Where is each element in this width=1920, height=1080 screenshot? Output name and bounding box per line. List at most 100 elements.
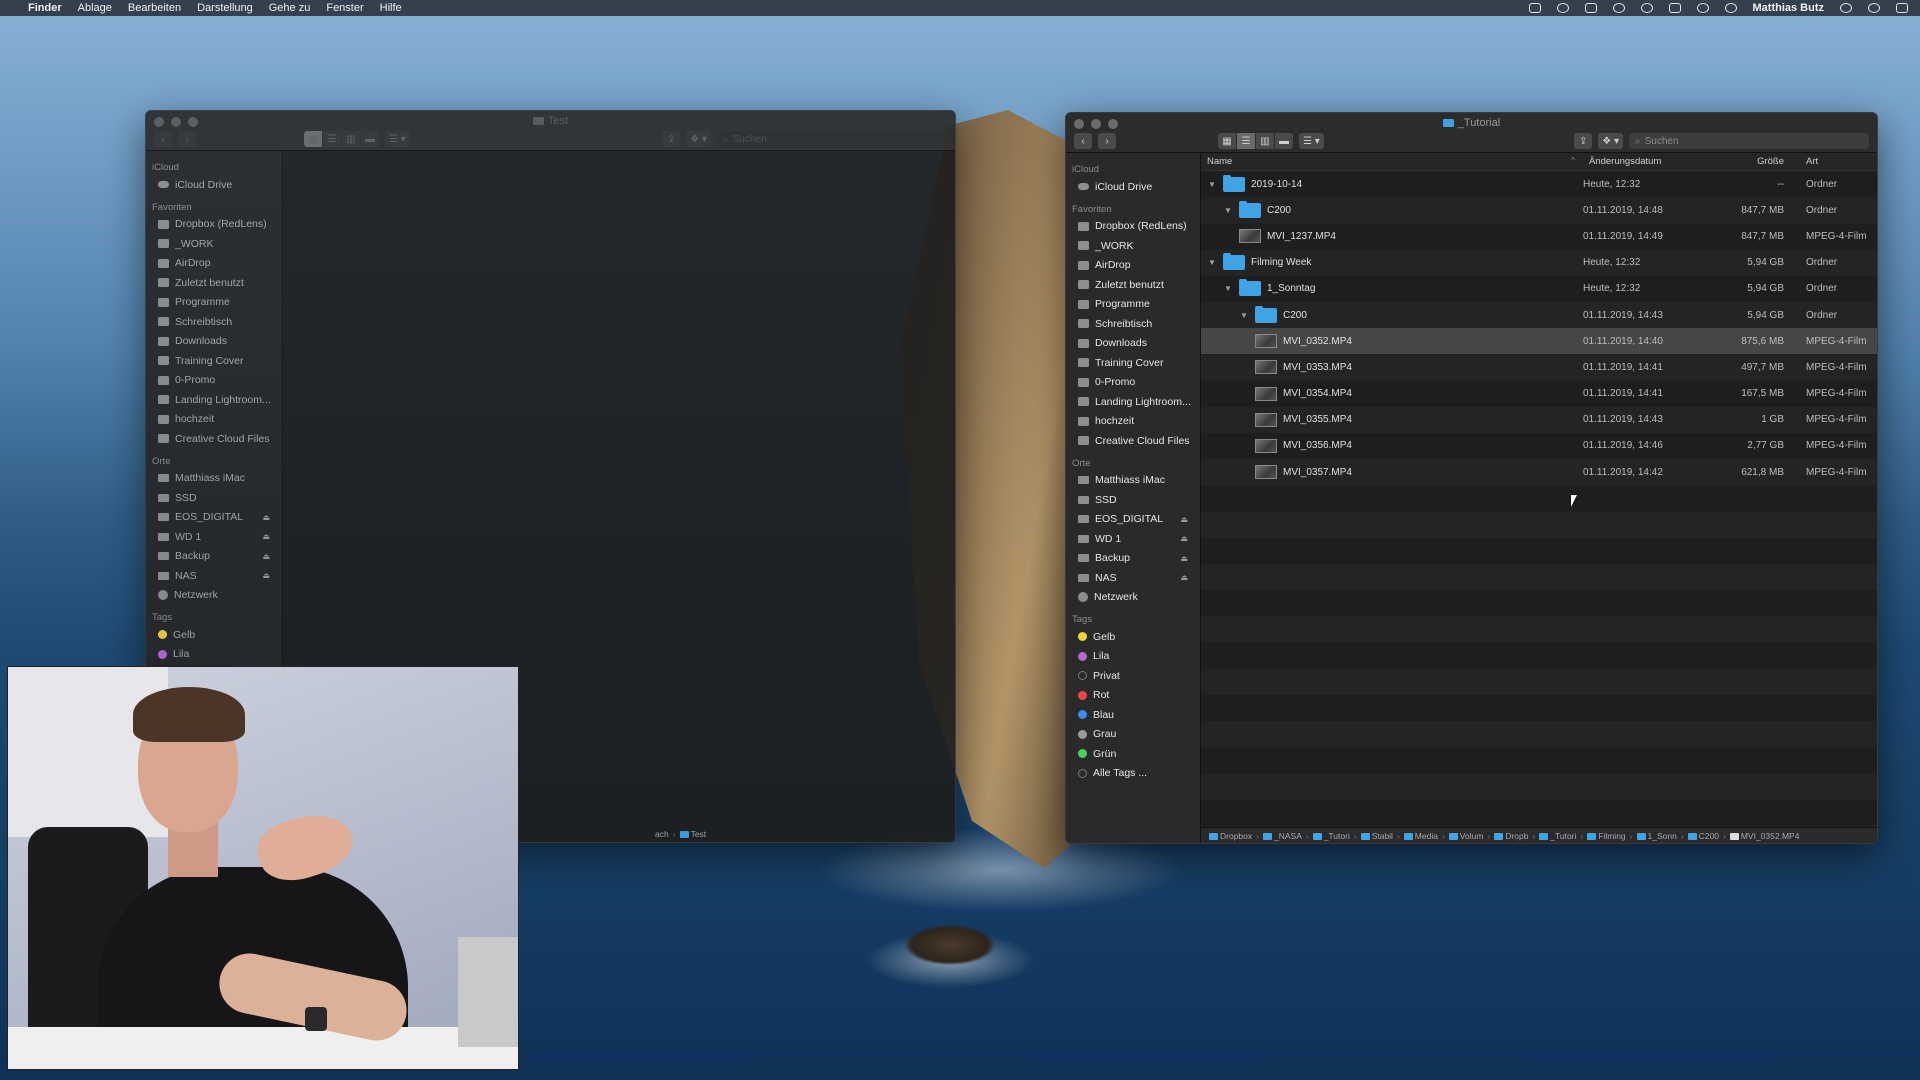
menu-app-finder[interactable]: Finder bbox=[28, 2, 62, 14]
column-kind[interactable]: Art bbox=[1792, 156, 1872, 167]
path-segment[interactable]: Volum bbox=[1448, 831, 1483, 841]
path-segment[interactable]: _Tutori bbox=[1539, 831, 1576, 841]
time-machine-icon[interactable] bbox=[1640, 3, 1653, 13]
search-field[interactable]: ⌕ bbox=[1629, 133, 1869, 149]
column-view-button[interactable]: ▥ bbox=[342, 131, 360, 147]
table-row[interactable]: ▼ C200 01.11.2019, 14:48 847,7 MB Ordner bbox=[1201, 197, 1877, 223]
sidebar-item-tag[interactable]: Privat bbox=[1066, 666, 1200, 686]
path-segment[interactable]: Media bbox=[1403, 831, 1438, 841]
siri-icon[interactable] bbox=[1868, 3, 1880, 13]
titlebar[interactable]: _Tutorial ‹ › ▦ ☰ ▥ ▬ ☰ ▾ ⇪ ❖ ▾ ⌕ bbox=[1066, 113, 1877, 153]
sidebar-item-favorite[interactable]: Programme bbox=[146, 293, 282, 313]
screen-record-icon[interactable] bbox=[1528, 3, 1541, 13]
sidebar-item-favorite[interactable]: Dropbox (RedLens) bbox=[146, 215, 282, 235]
eject-icon[interactable]: ⏏ bbox=[262, 532, 270, 541]
gallery-view-button[interactable]: ▬ bbox=[361, 131, 379, 147]
sidebar-item-favorite[interactable]: Zuletzt benutzt bbox=[1066, 275, 1200, 295]
sidebar-item-location[interactable]: EOS_DIGITAL ⏏ bbox=[146, 508, 282, 528]
eject-icon[interactable]: ⏏ bbox=[1180, 554, 1188, 563]
sidebar-item-favorite[interactable]: Creative Cloud Files bbox=[1066, 431, 1200, 451]
menu-user-name[interactable]: Matthias Butz bbox=[1753, 2, 1825, 14]
table-row[interactable]: MVI_0353.MP4 01.11.2019, 14:41 497,7 MB … bbox=[1201, 354, 1877, 380]
sidebar-item-tag[interactable]: Alle Tags ... bbox=[1066, 764, 1200, 784]
sidebar-item-icloud-drive[interactable]: iCloud Drive bbox=[146, 175, 282, 195]
sidebar-item-location[interactable]: Matthiass iMac bbox=[1066, 471, 1200, 491]
path-segment[interactable]: Test bbox=[679, 829, 706, 839]
sidebar-item-favorite[interactable]: _WORK bbox=[146, 234, 282, 254]
menu-ablage[interactable]: Ablage bbox=[78, 2, 112, 14]
share-button[interactable]: ⇪ bbox=[1574, 133, 1593, 149]
cloud-sync-icon[interactable] bbox=[1556, 3, 1569, 13]
group-button[interactable]: ☰ ▾ bbox=[385, 131, 410, 147]
path-segment[interactable]: Dropb bbox=[1494, 831, 1528, 841]
path-segment[interactable]: Dropbox bbox=[1209, 831, 1252, 841]
column-date[interactable]: Änderungsdatum bbox=[1583, 156, 1720, 167]
sidebar-item-favorite[interactable]: Landing Lightroom... bbox=[1066, 392, 1200, 412]
sidebar-item-favorite[interactable]: hochzeit bbox=[1066, 412, 1200, 432]
menu-hilfe[interactable]: Hilfe bbox=[380, 2, 402, 14]
bluetooth-icon[interactable] bbox=[1668, 3, 1681, 13]
sidebar-item-favorite[interactable]: Downloads bbox=[1066, 334, 1200, 354]
eject-icon[interactable]: ⏏ bbox=[1180, 573, 1188, 582]
titlebar[interactable]: Test ‹ › ▦ ☰ ▥ ▬ ☰ ▾ ⇪ ❖ ▾ ⌕ bbox=[146, 111, 955, 151]
path-segment[interactable]: _NASA bbox=[1262, 831, 1302, 841]
sidebar-item-location[interactable]: NAS ⏏ bbox=[1066, 568, 1200, 588]
table-row[interactable]: ▼ 1_Sonntag Heute, 12:32 5,94 GB Ordner bbox=[1201, 276, 1877, 302]
table-row[interactable]: MVI_0354.MP4 01.11.2019, 14:41 167,5 MB … bbox=[1201, 381, 1877, 407]
path-segment[interactable]: C200 bbox=[1687, 831, 1719, 841]
table-row[interactable]: MVI_1237.MP4 01.11.2019, 14:49 847,7 MB … bbox=[1201, 223, 1877, 249]
notification-center-icon[interactable] bbox=[1896, 3, 1908, 13]
dropbox-button[interactable]: ❖ ▾ bbox=[686, 131, 711, 147]
sidebar-item-favorite[interactable]: hochzeit bbox=[146, 410, 282, 430]
group-button[interactable]: ☰ ▾ bbox=[1299, 133, 1324, 149]
sidebar-item-favorite[interactable]: 0-Promo bbox=[146, 371, 282, 391]
sidebar-item-location[interactable]: WD 1 ⏏ bbox=[146, 527, 282, 547]
sidebar-item-favorite[interactable]: Training Cover bbox=[146, 351, 282, 371]
sidebar-item-location[interactable]: Backup ⏏ bbox=[1066, 549, 1200, 569]
dropbox-button[interactable]: ❖ ▾ bbox=[1598, 133, 1623, 149]
file-list[interactable]: Name ^ Änderungsdatum Größe Art ▼ 2019-10-… bbox=[1201, 153, 1877, 843]
sidebar-item-favorite[interactable]: Zuletzt benutzt bbox=[146, 273, 282, 293]
path-segment[interactable]: Filming bbox=[1587, 831, 1626, 841]
sidebar-item-tag[interactable]: Gelb bbox=[146, 625, 282, 645]
table-row[interactable]: ▼ 2019-10-14 Heute, 12:32 -- Ordner bbox=[1201, 171, 1877, 197]
column-name[interactable]: Name ^ bbox=[1201, 156, 1583, 167]
icon-view-button[interactable]: ▦ bbox=[1218, 133, 1236, 149]
sidebar-item-favorite[interactable]: Creative Cloud Files bbox=[146, 429, 282, 449]
sidebar-item-favorite[interactable]: Schreibtisch bbox=[1066, 314, 1200, 334]
wifi-icon[interactable] bbox=[1696, 3, 1709, 13]
disclosure-triangle-icon[interactable]: ▼ bbox=[1223, 206, 1233, 215]
dropbox-icon[interactable] bbox=[1584, 3, 1597, 13]
search-input[interactable] bbox=[732, 133, 933, 145]
sidebar-item-tag[interactable]: Blau bbox=[1066, 705, 1200, 725]
finder-window-tutorial[interactable]: _Tutorial ‹ › ▦ ☰ ▥ ▬ ☰ ▾ ⇪ ❖ ▾ ⌕ iCloud… bbox=[1065, 112, 1878, 844]
sidebar-item-tag[interactable]: Grau bbox=[1066, 725, 1200, 745]
share-button[interactable]: ⇪ bbox=[662, 131, 681, 147]
table-row[interactable]: MVI_0356.MP4 01.11.2019, 14:46 2,77 GB M… bbox=[1201, 433, 1877, 459]
menu-gehe-zu[interactable]: Gehe zu bbox=[269, 2, 311, 14]
eject-icon[interactable]: ⏏ bbox=[1180, 515, 1188, 524]
eject-icon[interactable]: ⏏ bbox=[262, 571, 270, 580]
sidebar-item-tag[interactable]: Grün bbox=[1066, 744, 1200, 764]
path-segment[interactable]: 1_Sonn bbox=[1636, 831, 1677, 841]
forward-button[interactable]: › bbox=[178, 131, 196, 147]
sidebar-item-favorite[interactable]: Dropbox (RedLens) bbox=[1066, 217, 1200, 237]
table-row[interactable]: MVI_0357.MP4 01.11.2019, 14:42 621,8 MB … bbox=[1201, 459, 1877, 485]
sidebar-item-favorite[interactable]: AirDrop bbox=[146, 254, 282, 274]
sidebar-item-location[interactable]: Netzwerk bbox=[146, 586, 282, 606]
sidebar-item-favorite[interactable]: Landing Lightroom... bbox=[146, 390, 282, 410]
sidebar-item-favorite[interactable]: Programme bbox=[1066, 295, 1200, 315]
icon-view-button[interactable]: ▦ bbox=[304, 131, 322, 147]
menu-bearbeiten[interactable]: Bearbeiten bbox=[128, 2, 181, 14]
table-row[interactable]: MVI_0352.MP4 01.11.2019, 14:40 875,6 MB … bbox=[1201, 328, 1877, 355]
sidebar-item-favorite[interactable]: AirDrop bbox=[1066, 256, 1200, 276]
disclosure-triangle-icon[interactable]: ▼ bbox=[1223, 284, 1233, 293]
spotlight-search-icon[interactable] bbox=[1840, 3, 1852, 13]
column-size[interactable]: Größe bbox=[1720, 156, 1792, 167]
back-button[interactable]: ‹ bbox=[1074, 133, 1092, 149]
path-segment[interactable]: ach bbox=[655, 829, 669, 839]
table-row[interactable]: ▼ Filming Week Heute, 12:32 5,94 GB Ordne… bbox=[1201, 250, 1877, 276]
eject-icon[interactable]: ⏏ bbox=[262, 513, 270, 522]
sidebar-item-location[interactable]: NAS ⏏ bbox=[146, 566, 282, 586]
search-input[interactable] bbox=[1644, 135, 1845, 147]
